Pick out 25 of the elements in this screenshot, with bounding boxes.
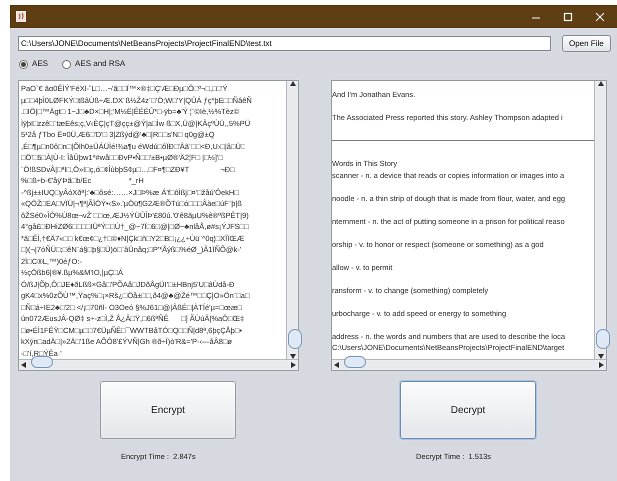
decrypted-text-area[interactable]: [331, 80, 607, 371]
scroll-thumb[interactable]: [31, 356, 53, 368]
scroll-thumb[interactable]: [288, 329, 302, 349]
scroll-right-icon[interactable]: [599, 362, 604, 368]
encrypt-button[interactable]: Encrypt: [100, 381, 236, 439]
scroll-thumb[interactable]: [344, 356, 366, 368]
java-app-icon: [16, 11, 26, 22]
scroll-thumb[interactable]: [596, 329, 610, 349]
radio-label: AES: [32, 58, 48, 70]
file-path-field[interactable]: C:\Users\JONE\Documents\NetBeansProjects\ProjectFinalEND\test.txt: [18, 36, 551, 51]
decrypt-button[interactable]: Decrypt: [400, 381, 536, 439]
scroll-right-icon[interactable]: [291, 362, 296, 368]
scroll-left-icon[interactable]: [334, 362, 339, 368]
horizontal-scrollbar[interactable]: [19, 359, 298, 370]
radio-button[interactable]: [62, 60, 72, 68]
horizontal-scrollbar[interactable]: [332, 359, 606, 370]
scroll-up-icon[interactable]: [290, 81, 296, 86]
encrypted-text-area[interactable]: [18, 80, 299, 371]
close-icon[interactable]: [595, 12, 605, 22]
radio-button[interactable]: [19, 60, 28, 68]
radio-label: AES and RSA: [75, 58, 126, 70]
scroll-left-icon[interactable]: [21, 362, 26, 368]
maximize-icon[interactable]: [563, 12, 573, 22]
open-file-button[interactable]: Open File: [562, 35, 611, 52]
scroll-up-icon[interactable]: [598, 81, 604, 86]
